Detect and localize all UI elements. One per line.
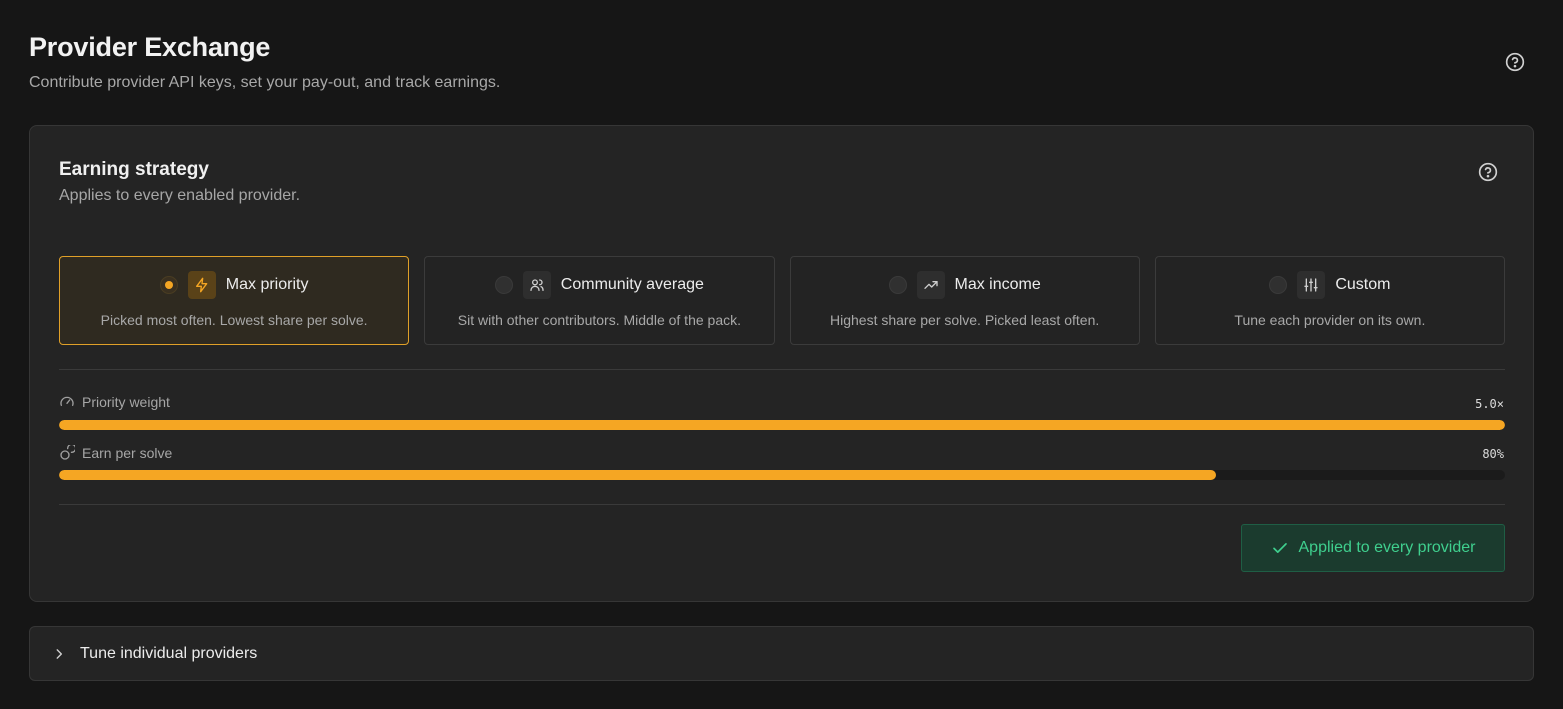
option-label: Community average [560,276,704,293]
applied-to-every-provider-button[interactable]: Applied to every provider [1241,524,1505,572]
divider [59,369,1505,370]
earn-per-solve-label: Earn per solve [59,445,172,461]
radio-button[interactable] [1269,276,1288,294]
strategy-options: Max priority Picked most often. Lowest s… [59,256,1505,345]
tune-individual-providers-label: Tune individual providers [80,644,258,662]
card-title: Earning strategy [59,159,209,180]
slider-label-text: Priority weight [82,394,170,410]
slider-fill [59,470,1216,480]
divider [59,504,1505,505]
coins-icon [60,445,75,460]
priority-weight-value: 5.0× [1475,397,1504,411]
option-max-income[interactable]: Max income Highest share per solve. Pick… [789,256,1140,345]
applied-label: Applied to every provider [1298,539,1476,556]
option-description: Sit with other contributors. Middle of t… [457,312,741,328]
option-description: Tune each provider on its own. [1234,312,1426,328]
page-title: Provider Exchange [29,32,271,62]
provider-exchange-page: Provider Exchange Contribute provider AP… [0,0,1563,709]
help-icon[interactable] [1504,51,1526,73]
gauge-icon [60,396,74,406]
sliders-icon [1297,271,1326,299]
help-icon[interactable] [1477,161,1499,183]
option-max-priority[interactable]: Max priority Picked most often. Lowest s… [59,256,410,345]
chevron-right-icon [56,648,63,659]
priority-weight-label: Priority weight [59,394,170,410]
option-label: Max income [954,276,1041,293]
tune-individual-providers-toggle[interactable]: Tune individual providers [29,626,1534,681]
radio-button[interactable] [494,276,513,294]
earning-strategy-card: Earning strategy Applies to every enable… [29,125,1534,602]
lightning-icon [187,271,216,299]
option-description: Highest share per solve. Picked least of… [829,312,1100,328]
option-custom[interactable]: Custom Tune each provider on its own. [1154,256,1505,345]
option-head: Custom [1269,271,1390,299]
option-label: Max priority [225,276,309,293]
option-label: Custom [1335,276,1391,293]
option-head: Max income [888,271,1041,299]
users-icon [522,271,551,299]
radio-button[interactable] [159,276,178,294]
slider-fill [59,420,1505,430]
radio-button[interactable] [888,276,907,294]
slider-label-text: Earn per solve [82,445,173,461]
option-description: Picked most often. Lowest share per solv… [100,312,368,328]
earn-per-solve-slider[interactable] [59,470,1505,480]
trending-up-icon [916,271,945,299]
option-head: Max priority [159,271,309,299]
card-subtitle: Applies to every enabled provider. [59,187,301,204]
priority-weight-slider[interactable] [59,420,1505,430]
page-subtitle: Contribute provider API keys, set your p… [29,74,501,91]
check-icon [1272,543,1287,553]
option-community-average[interactable]: Community average Sit with other contrib… [424,256,775,345]
earn-per-solve-value: 80% [1482,447,1504,461]
option-head: Community average [494,271,704,299]
